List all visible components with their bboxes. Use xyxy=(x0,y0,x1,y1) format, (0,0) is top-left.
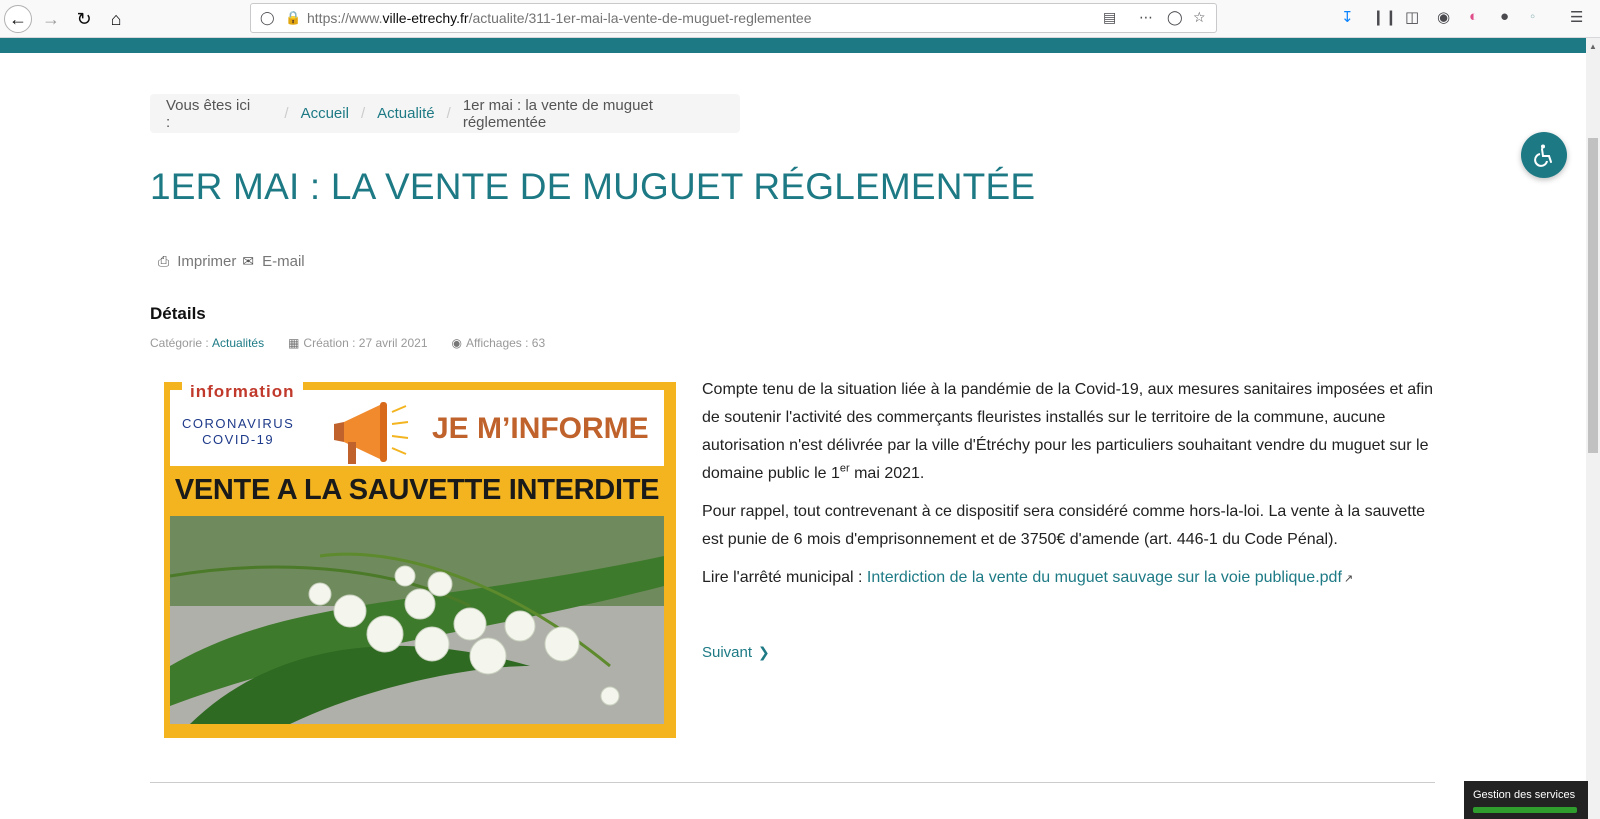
site-header-bar xyxy=(0,38,1586,53)
arrete-label: Lire l'arrêté municipal : xyxy=(702,569,867,586)
muguet-photo xyxy=(170,516,664,724)
article-image: information CORONAVIRUS COVID-19 JE M’IN… xyxy=(164,382,676,738)
next-article-link[interactable]: Suivant ❯ xyxy=(702,644,770,661)
email-label: E-mail xyxy=(262,253,305,270)
reload-icon[interactable]: ↻ xyxy=(70,5,98,33)
breadcrumb-separator: / xyxy=(360,105,366,122)
paragraph: Compte tenu de la situation liée à la pa… xyxy=(702,376,1442,488)
arrete-pdf-link[interactable]: Interdiction de la vente du muguet sauva… xyxy=(867,569,1342,586)
back-arrow-icon[interactable]: ← xyxy=(4,5,32,33)
menu-icon[interactable]: ☰ xyxy=(1570,8,1583,26)
library-icon[interactable]: ❙❙ xyxy=(1372,8,1397,26)
reader-view-icon[interactable]: ▤ xyxy=(1103,9,1116,26)
lily-of-the-valley-illustration xyxy=(170,516,664,724)
breadcrumb-separator: / xyxy=(446,105,451,122)
eye-icon: ◉ xyxy=(451,336,462,350)
divider xyxy=(150,782,1435,783)
sidebar-icon[interactable]: ◫ xyxy=(1405,8,1419,26)
chevron-right-icon: ❯ xyxy=(758,644,770,660)
page-scrollbar[interactable]: ▲ xyxy=(1586,38,1600,819)
download-icon[interactable]: ↧ xyxy=(1341,8,1354,26)
category-link[interactable]: Actualités xyxy=(212,336,264,350)
poster-banner: VENTE A LA SAUVETTE INTERDITE xyxy=(174,474,660,506)
next-label: Suivant xyxy=(702,644,753,661)
cookie-services-label: Gestion des services xyxy=(1473,789,1576,801)
poster-info-tag: information xyxy=(182,382,303,402)
paragraph-text: Compte tenu de la situation liée à la pa… xyxy=(702,381,1434,482)
megaphone-icon xyxy=(334,402,409,464)
paragraph: Pour rappel, tout contrevenant à ce disp… xyxy=(702,503,1426,548)
pocket-icon[interactable]: ◯ xyxy=(1167,9,1183,26)
extension-icon[interactable]: ◦ xyxy=(1530,8,1535,25)
more-actions-icon[interactable]: ⋯ xyxy=(1139,9,1153,26)
home-icon[interactable]: ⌂ xyxy=(102,5,130,33)
envelope-icon: ✉ xyxy=(242,253,255,269)
paragraph: Lire l'arrêté municipal : Interdiction d… xyxy=(702,564,1442,593)
browser-toolbar: ← → ↻ ⌂ ◯ 🔒 https://www.ville-etrechy.fr… xyxy=(0,0,1600,38)
url-bar[interactable]: ◯ 🔒 https://www.ville-etrechy.fr/actuali… xyxy=(250,3,1217,33)
cookie-services-bar xyxy=(1473,807,1577,813)
forward-arrow-icon[interactable]: → xyxy=(37,5,65,33)
category-label: Catégorie : xyxy=(150,336,209,350)
calendar-icon: ▦ xyxy=(288,336,300,350)
email-button[interactable]: ✉ E-mail xyxy=(242,253,304,270)
breadcrumb-current: 1er mai : la vente de muguet réglementée xyxy=(462,96,653,131)
poster-headline: JE M’INFORME xyxy=(432,412,649,445)
created-date: Création : 27 avril 2021 xyxy=(303,336,428,350)
breadcrumb-news-link[interactable]: Actualité xyxy=(377,105,435,122)
print-label: Imprimer xyxy=(177,253,237,270)
extension-icon[interactable]: ◐ xyxy=(1469,8,1478,25)
article-body: Compte tenu de la situation liée à la pa… xyxy=(702,376,1442,603)
external-link-icon[interactable]: ↗ xyxy=(1344,573,1353,585)
wheelchair-icon xyxy=(1534,144,1552,167)
scroll-thumb[interactable] xyxy=(1588,138,1598,453)
poster-header: information CORONAVIRUS COVID-19 JE M’IN… xyxy=(170,382,664,466)
poster-covid-label: CORONAVIRUS COVID-19 xyxy=(182,416,294,448)
shield-icon[interactable]: ◯ xyxy=(260,10,275,26)
page-title: 1ER MAI : LA VENTE DE MUGUET RÉGLEMENTÉE xyxy=(150,166,1036,207)
details-heading: Détails xyxy=(150,304,206,323)
lock-icon[interactable]: 🔒 xyxy=(285,10,301,26)
extension-icon[interactable]: ● xyxy=(1500,8,1509,25)
paragraph-text: mai 2021. xyxy=(849,465,925,482)
accessibility-button[interactable] xyxy=(1521,132,1567,178)
print-button[interactable]: ⎙ Imprimer xyxy=(158,253,236,270)
url-text[interactable]: https://www.ville-etrechy.fr/actualite/3… xyxy=(307,10,811,26)
cookie-services-widget[interactable]: Gestion des services xyxy=(1464,781,1588,819)
scroll-up-icon[interactable]: ▲ xyxy=(1589,42,1597,51)
article-actions: ⎙ Imprimer ✉ E-mail xyxy=(158,253,311,270)
covid-line: COVID-19 xyxy=(202,432,275,447)
article-meta: Catégorie : Actualités ▦ Création : 27 a… xyxy=(150,336,545,350)
bookmark-star-icon[interactable]: ☆ xyxy=(1193,9,1206,26)
breadcrumb-separator: / xyxy=(284,105,289,122)
account-icon[interactable]: ◉ xyxy=(1437,8,1450,26)
breadcrumb: Vous êtes ici : / Accueil / Actualité / … xyxy=(150,94,740,133)
breadcrumb-lead: Vous êtes ici : xyxy=(166,96,251,131)
breadcrumb-home-link[interactable]: Accueil xyxy=(301,105,349,122)
view-count: Affichages : 63 xyxy=(465,336,546,350)
superscript: er xyxy=(839,462,850,475)
covid-line: CORONAVIRUS xyxy=(182,416,295,431)
printer-icon: ⎙ xyxy=(158,253,170,269)
